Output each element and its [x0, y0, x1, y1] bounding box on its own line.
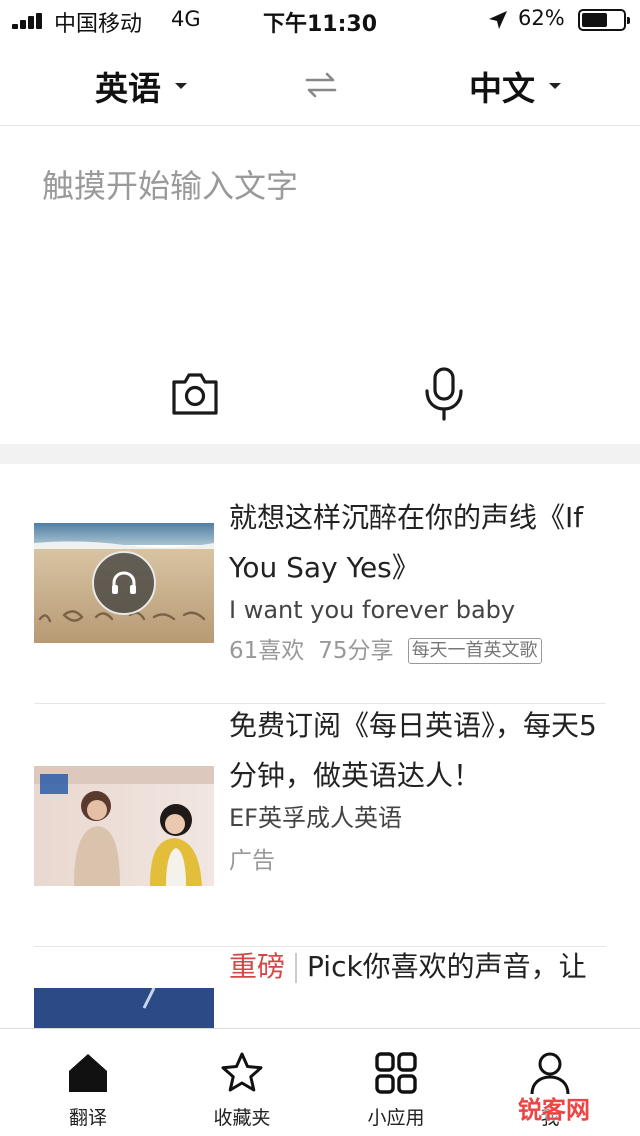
- headphones-icon: [112, 571, 136, 594]
- beach-thumbnail: [34, 523, 214, 643]
- target-language-selector[interactable]: 中文: [469, 62, 561, 110]
- battery-level: [582, 13, 607, 27]
- feed-card-feature[interactable]: 重磅 Pick你喜欢的声音，让: [34, 948, 606, 1028]
- tab-label: 翻译: [68, 1107, 107, 1129]
- card-subtitle: I want you forever baby: [229, 596, 516, 624]
- status-bar: 中国移动 4G 下午11:30 62%: [0, 0, 640, 40]
- camera-icon[interactable]: [170, 372, 220, 416]
- microphone-icon[interactable]: [424, 367, 464, 421]
- ad-photo-thumbnail: [34, 766, 214, 886]
- battery-percent: 62%: [518, 6, 565, 30]
- apps-grid-icon: [375, 1052, 417, 1094]
- card-title: 免费订阅《每日英语》，每天5分钟，做英语达人！: [229, 709, 597, 792]
- language-bar: 英语 中文: [0, 48, 640, 126]
- content-feed: 就想这样沉醉在你的声线《If You Say Yes》 I want you f…: [0, 464, 640, 1028]
- ad-label: 广告: [229, 848, 275, 874]
- feature-thumbnail: [34, 988, 214, 1028]
- home-icon: [69, 1054, 107, 1092]
- watermark-text: 锐客网: [518, 1096, 590, 1124]
- star-icon: [221, 1052, 263, 1092]
- target-language-label: 中文: [469, 69, 535, 108]
- swap-arrows-icon[interactable]: [305, 70, 337, 100]
- location-arrow-icon: [489, 11, 507, 29]
- headline-badge: 重磅: [229, 950, 286, 983]
- person-icon: [530, 1052, 570, 1095]
- category-tag[interactable]: 每天一首英文歌: [407, 638, 542, 664]
- tab-favorites[interactable]: 收藏夹: [162, 1029, 322, 1136]
- source-language-selector[interactable]: 英语: [95, 62, 187, 110]
- tab-label: 小应用: [367, 1107, 425, 1129]
- card-title: 就想这样沉醉在你的声线《If You Say Yes》: [229, 501, 584, 584]
- section-divider: [0, 444, 640, 464]
- chevron-down-icon: [175, 83, 187, 89]
- chevron-down-icon: [549, 83, 561, 89]
- tab-translate[interactable]: 翻译: [8, 1029, 168, 1136]
- likes-count: 61喜欢: [229, 638, 305, 664]
- battery-icon: [578, 9, 630, 31]
- source-language-label: 英语: [95, 69, 161, 108]
- tab-mini-apps[interactable]: 小应用: [316, 1029, 476, 1136]
- tab-label: 收藏夹: [213, 1107, 271, 1129]
- feed-card-song[interactable]: 就想这样沉醉在你的声线《If You Say Yes》 I want you f…: [34, 499, 606, 704]
- card-meta: 61喜欢 75分享 每天一首英文歌: [229, 633, 606, 669]
- watermark: 锐客网: [518, 1090, 590, 1125]
- text-input-area[interactable]: 触摸开始输入文字: [0, 127, 640, 444]
- shares-count: 75分享: [318, 638, 394, 664]
- card-title: Pick你喜欢的声音，让: [307, 950, 587, 983]
- card-advertiser: EF英孚成人英语: [229, 804, 402, 832]
- feed-card-ad[interactable]: 免费订阅《每日英语》，每天5分钟，做英语达人！ EF英孚成人英语 广告: [34, 705, 606, 947]
- input-placeholder: 触摸开始输入文字: [42, 167, 299, 205]
